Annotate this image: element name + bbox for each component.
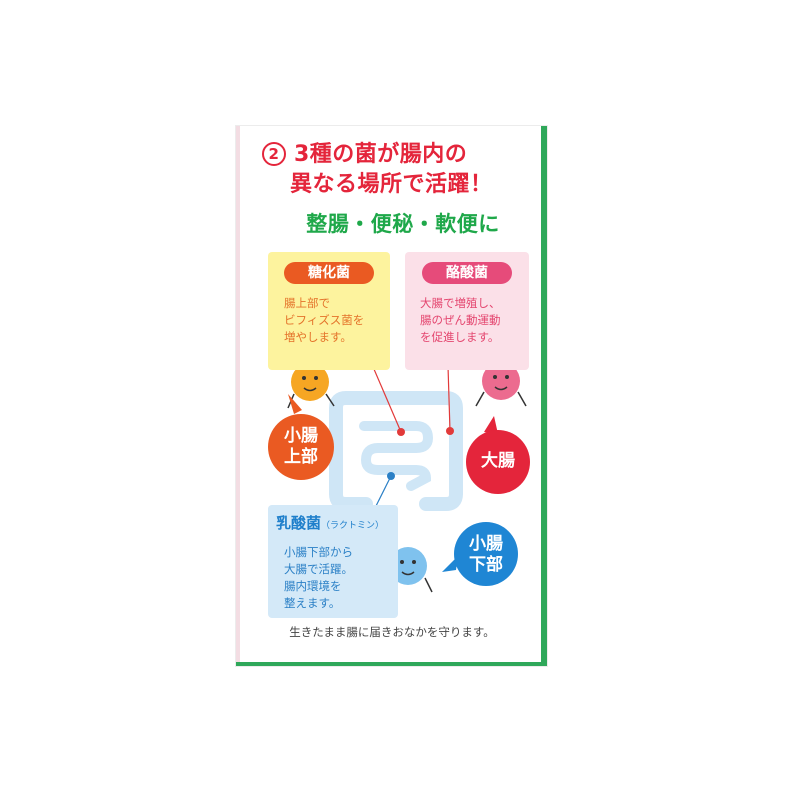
lactic-name: 乳酸菌 [276,514,322,532]
bubble-line: 下部 [469,555,503,575]
large-intestine-bubble: 大腸 [466,430,530,494]
circled-number: 2 [262,142,286,166]
saccharifying-label: 糖化菌 [284,262,374,284]
saccharifying-description: 腸上部で ビフィズス菌を 増やします。 [284,295,364,346]
bubble-line: 小腸 [469,534,503,554]
footer-text: 生きたまま腸に届きおなかを守ります。 [289,625,495,639]
headline-line-2: 異なる場所で活躍！ [290,172,493,197]
butyric-label: 酪酸菌 [422,262,512,284]
upper-small-intestine-bubble: 小腸 上部 [268,414,334,480]
description-line: 腸のぜん動運動 [420,313,501,327]
bubble-line: 小腸 [284,426,318,446]
description-line: を促進します。 [420,330,500,344]
headline-line-1: 2 3種の菌が腸内の [262,140,562,170]
description-line: 腸上部で [284,296,330,310]
lactic-label: 乳酸菌（ラクトミン） [276,512,384,533]
description-line: 大腸で活躍。 [284,562,353,576]
description-line: 増やします。 [284,330,352,344]
headline-text-1: 3種の菌が腸内の [294,142,468,167]
pointer-dot-saccharifying [397,428,405,436]
description-line: 腸内環境を [284,579,342,593]
description-line: 小腸下部から [284,545,353,559]
description-line: 大腸で増殖し、 [420,296,501,310]
pointer-dot-butyric [446,427,454,435]
butyric-description: 大腸で増殖し、 腸のぜん動運動 を促進します。 [420,295,501,346]
lower-small-intestine-bubble: 小腸 下部 [454,522,518,586]
subheadline: 整腸・便秘・軟便に [306,212,500,236]
lactic-description: 小腸下部から 大腸で活躍。 腸内環境を 整えます。 [284,544,353,612]
description-line: ビフィズス菌を [284,313,365,327]
small-intestine-shape [359,421,434,491]
description-line: 整えます。 [284,596,341,610]
pointer-dot-lactic [387,472,395,480]
lactic-note: （ラクトミン） [321,521,385,531]
pointer-line-lactic [375,475,392,507]
bubble-line: 上部 [284,447,318,467]
